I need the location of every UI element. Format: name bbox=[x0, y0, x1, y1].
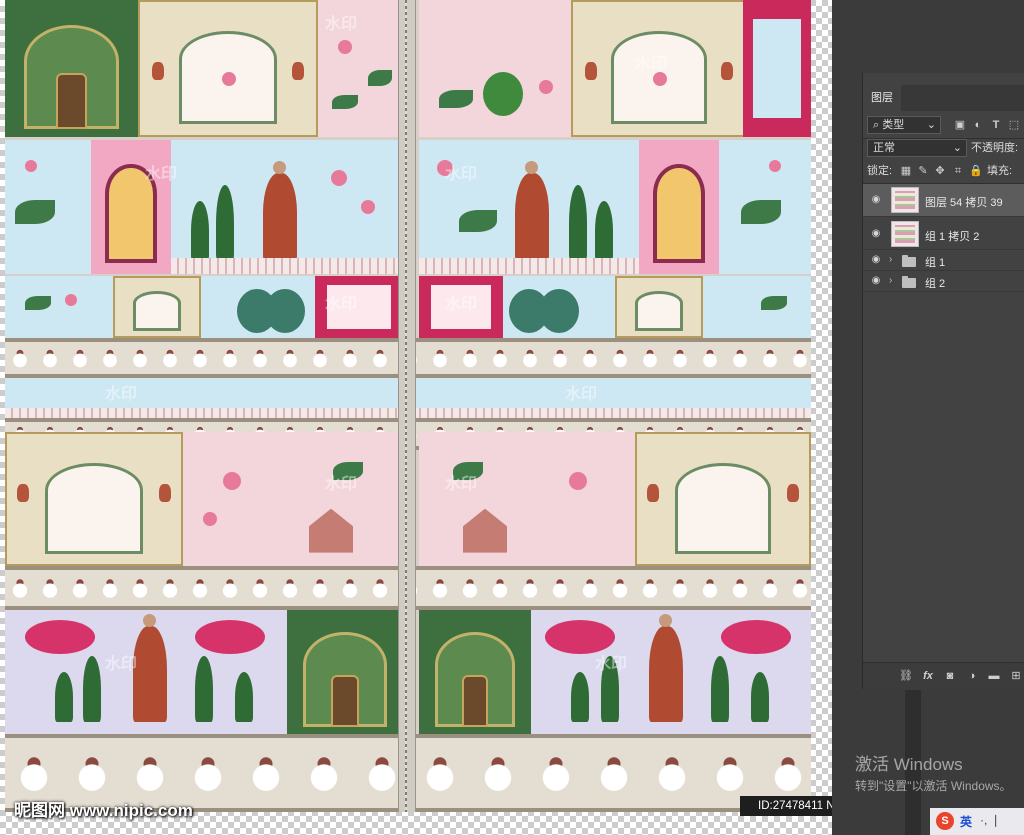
green-arch-door-lower bbox=[287, 610, 403, 734]
green-arch-door-image bbox=[5, 0, 138, 137]
search-icon: ⌕ bbox=[873, 119, 880, 131]
site-logo: 昵图网 www.nipic.com bbox=[14, 801, 193, 820]
layers-panel-toolbar: ⛓ fx ◙ ◑ ▬ ⊞ bbox=[863, 662, 1024, 689]
lock-all-icon[interactable]: 🔒 bbox=[969, 164, 983, 178]
layer-thumbnail bbox=[891, 187, 919, 213]
tile-niche-panel-lower-right bbox=[635, 432, 811, 566]
lock-position-move-icon[interactable]: ✥ bbox=[933, 164, 947, 178]
pink-window-arch bbox=[91, 140, 171, 274]
chevron-right-icon[interactable]: › bbox=[889, 275, 892, 286]
link-layers-icon[interactable]: ⛓ bbox=[899, 669, 913, 683]
pink-flower-panel bbox=[318, 0, 403, 137]
layer-thumbnail bbox=[891, 221, 919, 247]
document-canvas[interactable]: 水印 水印 水印 水印 水印 水印 水印 水印 水印 水印 水印 水印 bbox=[0, 0, 832, 835]
pink-garden-hut-panel bbox=[183, 432, 403, 566]
bougainvillea-woman-panel-mirror bbox=[531, 610, 811, 734]
activation-title: 激活 Windows bbox=[855, 755, 963, 774]
ime-indicator[interactable]: S 英 ·, ❘ bbox=[930, 808, 1024, 835]
opacity-label: 不透明度: bbox=[971, 142, 1019, 154]
filter-value: 类型 bbox=[882, 119, 905, 131]
tab-layers[interactable]: 图层 bbox=[863, 85, 901, 111]
group-row[interactable]: ◉ › 组 2 bbox=[863, 272, 1024, 292]
add-mask-icon[interactable]: ◙ bbox=[943, 669, 957, 683]
ime-extra: ·, ❘ bbox=[980, 813, 1001, 827]
lily-panel-mirror bbox=[703, 276, 811, 338]
blend-mode-value: 正常 bbox=[873, 142, 895, 154]
green-arch-door-lower-mirror bbox=[419, 610, 531, 734]
fill-label: 填充: bbox=[987, 165, 1013, 177]
layer-row-selected[interactable]: ◉ 图层 54 拷贝 39 bbox=[863, 184, 1024, 217]
new-group-folder-icon[interactable]: ▬ bbox=[987, 669, 1001, 683]
chevron-right-icon[interactable]: › bbox=[889, 254, 892, 265]
tile-niche-panel bbox=[138, 0, 318, 137]
new-layer-icon[interactable]: ⊞ bbox=[1009, 669, 1023, 683]
chevron-down-icon: ⌄ bbox=[926, 119, 936, 131]
shape-filter-icon[interactable]: ⬚ bbox=[1007, 118, 1021, 132]
visibility-eye-icon[interactable]: ◉ bbox=[869, 194, 883, 205]
lily-panel bbox=[5, 276, 113, 338]
lock-label: 锁定: bbox=[867, 165, 893, 177]
rose-frame-panel bbox=[743, 0, 811, 137]
adjustment-layer-icon[interactable]: ◑ bbox=[965, 669, 979, 683]
layer-filter-select[interactable]: ⌕ 类型 ⌄ bbox=[867, 116, 941, 134]
visibility-eye-icon[interactable]: ◉ bbox=[869, 254, 883, 265]
rose-frame-small-mirror bbox=[419, 276, 503, 338]
bougainvillea-woman-panel bbox=[5, 610, 287, 734]
sogou-ime-icon[interactable]: S bbox=[936, 812, 954, 830]
trees-panel-mirror bbox=[503, 276, 615, 338]
layer-row[interactable]: ◉ 组 1 拷贝 2 bbox=[863, 218, 1024, 250]
visibility-eye-icon[interactable]: ◉ bbox=[869, 228, 883, 239]
adjustment-filter-icon[interactable]: ◐ bbox=[971, 118, 985, 132]
folder-icon bbox=[902, 276, 916, 288]
small-arch-panel bbox=[113, 276, 201, 338]
layer-name: 组 1 拷贝 2 bbox=[925, 231, 980, 243]
layers-panel: 图层 ⌕ 类型 ⌄ ▣ ◐ T ⬚ 正常 ⌄ 不透明度: 锁定: ▦ ✎ ✥ ⌗… bbox=[862, 73, 1024, 689]
panel-tabbar: 图层 bbox=[863, 85, 1024, 111]
palm-peacock-panel-right bbox=[719, 140, 811, 274]
pink-garden-hut-panel-mirror bbox=[419, 432, 635, 566]
visibility-eye-icon[interactable]: ◉ bbox=[869, 275, 883, 286]
windows-activation-watermark: 激活 Windows 转到"设置"以激活 Windows。 bbox=[855, 750, 1012, 794]
type-filter-icon[interactable]: T bbox=[989, 118, 1003, 132]
group-row[interactable]: ◉ › 组 1 bbox=[863, 251, 1024, 271]
group-name: 组 1 bbox=[925, 257, 946, 269]
tile-niche-panel-right bbox=[571, 0, 747, 137]
fx-icon[interactable]: fx bbox=[921, 669, 935, 683]
chevron-down-icon: ⌄ bbox=[952, 142, 962, 154]
garden-woman-panel-mirror bbox=[419, 140, 639, 274]
trees-panel bbox=[201, 276, 315, 338]
layer-name: 图层 54 拷贝 39 bbox=[925, 197, 1003, 209]
blend-mode-select[interactable]: 正常 ⌄ bbox=[867, 139, 967, 157]
pink-garden-peacock-panel bbox=[419, 0, 579, 137]
garden-woman-panel bbox=[171, 140, 403, 274]
rose-frame-small bbox=[315, 276, 403, 338]
small-arch-panel-mirror bbox=[615, 276, 703, 338]
pink-window-arch-right bbox=[639, 140, 719, 274]
activation-subtitle: 转到"设置"以激活 Windows。 bbox=[855, 779, 1012, 793]
image-filter-icon[interactable]: ▣ bbox=[953, 118, 967, 132]
lock-pixels-brush-icon[interactable]: ✎ bbox=[916, 164, 930, 178]
lock-artboard-icon[interactable]: ⌗ bbox=[951, 164, 965, 178]
group-name: 组 2 bbox=[925, 278, 946, 290]
palm-peacock-panel bbox=[5, 140, 91, 274]
lock-transparent-icon[interactable]: ▦ bbox=[899, 164, 913, 178]
center-seam-guide bbox=[398, 0, 416, 812]
folder-icon bbox=[902, 255, 916, 267]
ime-language[interactable]: 英 bbox=[960, 813, 972, 830]
tile-niche-panel-lower bbox=[5, 432, 183, 566]
